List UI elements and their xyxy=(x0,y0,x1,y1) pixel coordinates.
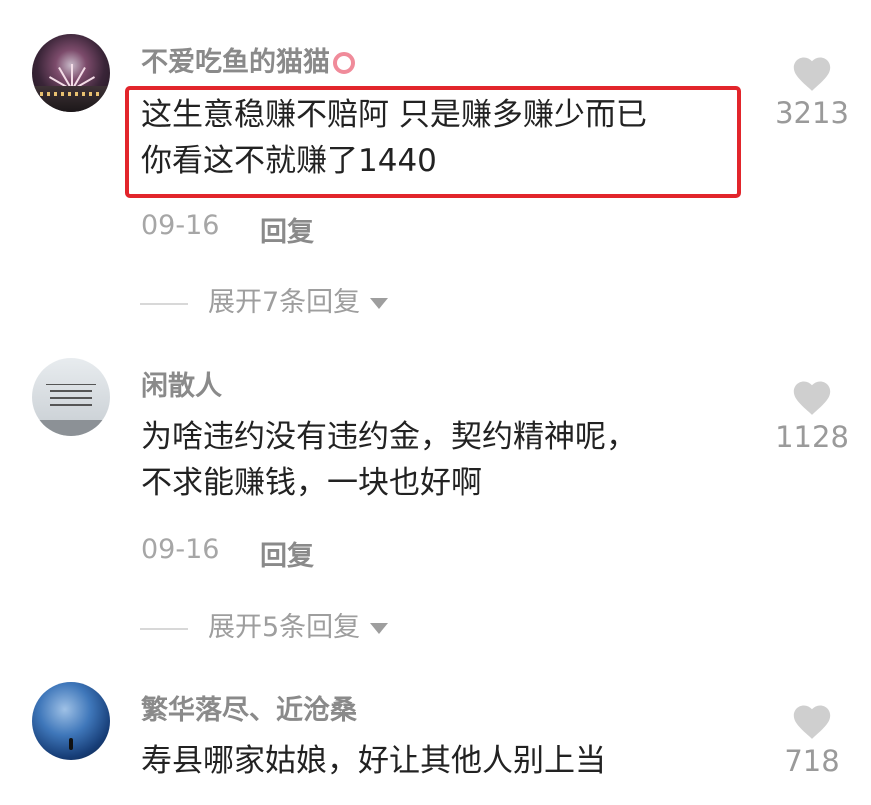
comment-line: 寿县哪家姑娘，好让其他人别上当 xyxy=(141,743,606,779)
like-count: 3213 xyxy=(775,96,849,130)
heart-icon[interactable] xyxy=(790,700,834,740)
reply-button[interactable]: 回复 xyxy=(260,534,314,573)
expand-replies-button[interactable]: 展开7条回复 xyxy=(140,280,389,319)
avatar[interactable] xyxy=(32,682,110,760)
divider xyxy=(140,302,188,305)
avatar[interactable] xyxy=(32,34,110,112)
caret-down-icon xyxy=(370,623,389,634)
heart-icon[interactable] xyxy=(790,52,834,92)
comment-line: 为啥违约没有违约金，契约精神呢， xyxy=(141,419,637,455)
divider xyxy=(140,627,188,630)
comment-text: 寿县哪家姑娘，好让其他人别上当 xyxy=(141,738,606,784)
reply-button[interactable]: 回复 xyxy=(260,210,314,249)
username[interactable]: 不爱吃鱼的猫猫 xyxy=(141,40,355,79)
comment-line: 不求能赚钱，一块也好啊 xyxy=(141,465,482,501)
like-count: 718 xyxy=(784,744,840,778)
highlight-box xyxy=(125,86,741,198)
comment-date: 09-16 xyxy=(141,534,220,565)
avatar[interactable] xyxy=(32,358,110,436)
comment-date: 09-16 xyxy=(141,210,220,241)
comment-text: 为啥违约没有违约金，契约精神呢， 不求能赚钱，一块也好啊 xyxy=(141,414,637,506)
heart-icon[interactable] xyxy=(790,376,834,416)
like-button[interactable]: 1128 xyxy=(775,376,849,454)
like-button[interactable]: 718 xyxy=(775,700,849,778)
username[interactable]: 繁华落尽、近沧桑 xyxy=(141,688,357,727)
username[interactable]: 闲散人 xyxy=(141,364,222,403)
like-button[interactable]: 3213 xyxy=(775,52,849,130)
like-count: 1128 xyxy=(775,420,849,454)
badge-circle-icon xyxy=(333,52,355,74)
expand-replies-button[interactable]: 展开5条回复 xyxy=(140,605,389,644)
caret-down-icon xyxy=(370,298,389,309)
